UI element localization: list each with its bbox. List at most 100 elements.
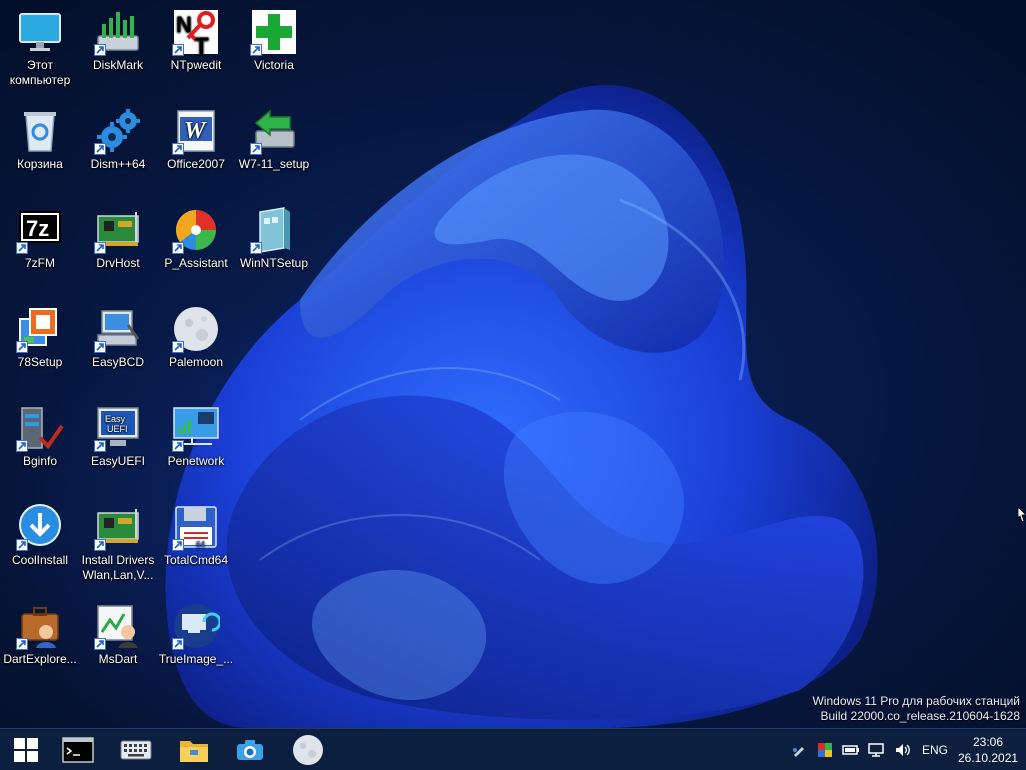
desktop-icon-label: MsDart: [98, 652, 138, 666]
desktop-icon-office2007[interactable]: W Office2007: [158, 107, 234, 172]
desktop-icon-label: Dism++64: [90, 157, 146, 171]
volume-icon[interactable]: [893, 740, 913, 760]
desktop-icon-install-drivers[interactable]: Install Drivers Wlan,Lan,V...: [80, 503, 156, 583]
desktop-icon-label: DiskMark: [93, 58, 143, 72]
desktop-icon-label: 78Setup: [17, 355, 63, 369]
desktop-icon-this-pc[interactable]: Этот компьютер: [2, 8, 78, 88]
start-button[interactable]: [6, 732, 46, 768]
desktop-icon-msdart[interactable]: MsDart: [80, 602, 156, 667]
shortcut-arrow-icon: [16, 440, 28, 452]
console-icon: [62, 737, 94, 763]
os-build-watermark: Windows 11 Pro для рабочих станций Build…: [812, 694, 1020, 724]
desktop-icon-coolinstall[interactable]: CoolInstall: [2, 503, 78, 568]
desktop-icon-victoria[interactable]: Victoria: [236, 8, 312, 73]
shortcut-arrow-icon: [250, 143, 262, 155]
watermark-edition: Windows 11 Pro для рабочих станций: [812, 694, 1020, 708]
taskbar: ENG 23:06 26.10.2021: [0, 728, 1026, 770]
desktop-icon-label: Penetwork: [167, 454, 225, 468]
shortcut-arrow-icon: [172, 341, 184, 353]
folder-icon: [180, 741, 208, 762]
shortcut-arrow-icon: [250, 44, 262, 56]
shortcut-arrow-icon: [94, 44, 106, 56]
desktop-icon-dism[interactable]: Dism++64: [80, 107, 156, 172]
explorer-button[interactable]: [174, 732, 214, 768]
camera-icon: [237, 740, 263, 760]
desktop-icon-trueimage[interactable]: TrueImage_...: [158, 602, 234, 667]
desktop-icon-78setup[interactable]: 78Setup: [2, 305, 78, 370]
shortcut-arrow-icon: [16, 341, 28, 353]
shortcut-arrow-icon: [94, 539, 106, 551]
battery-icon[interactable]: [841, 740, 861, 760]
monitor-icon: [19, 13, 61, 51]
svg-text:T: T: [194, 33, 209, 56]
system-tray: ENG 23:06 26.10.2021: [786, 729, 1026, 770]
pen-icon[interactable]: [789, 740, 809, 760]
desktop-icon-label: EasyUEFI: [90, 454, 145, 468]
shortcut-arrow-icon: [172, 539, 184, 551]
desktop-icon-label: WinNTSetup: [239, 256, 309, 270]
desktop-icon-label: Этот компьютер: [9, 58, 71, 87]
color-icon[interactable]: [815, 740, 835, 760]
desktop-icon-bginfo[interactable]: Bginfo: [2, 404, 78, 469]
desktop-icon-label: P_Assistant: [164, 256, 228, 270]
svg-text:64: 64: [196, 540, 205, 549]
desktop-icon-label: 7zFM: [25, 256, 55, 270]
camera-button[interactable]: [230, 732, 270, 768]
desktop-icon-totalcmd64[interactable]: 64 TotalCmd64: [158, 503, 234, 568]
windows-logo-icon: [14, 738, 38, 762]
shortcut-arrow-icon: [172, 638, 184, 650]
clock-time: 23:06: [972, 734, 1004, 749]
shortcut-arrow-icon: [94, 341, 106, 353]
moon-icon: [293, 735, 323, 765]
clock-date: 26.10.2021: [958, 750, 1019, 765]
desktop-icon-p-assistant[interactable]: P_Assistant: [158, 206, 234, 271]
desktop-icon-label: DartExplore...: [3, 652, 77, 666]
shortcut-arrow-icon: [172, 44, 184, 56]
svg-text:N: N: [176, 12, 192, 37]
desktop-icon-easyuefi[interactable]: Easy UEFI EasyUEFI: [80, 404, 156, 469]
desktop-icon-drvhost[interactable]: DrvHost: [80, 206, 156, 271]
desktop-icon-label: Palemoon: [168, 355, 224, 369]
network-icon[interactable]: [867, 740, 887, 760]
keyboard-icon: [120, 740, 152, 760]
shortcut-arrow-icon: [172, 242, 184, 254]
desktop-icon-label: TotalCmd64: [163, 553, 229, 567]
desktop-icon-label: Install Drivers Wlan,Lan,V...: [81, 553, 155, 582]
desktop-icon-dartexplorer[interactable]: DartExplore...: [2, 602, 78, 667]
recycle-bin-icon: [24, 112, 56, 152]
desktop-icon-label: TrueImage_...: [158, 652, 234, 666]
shortcut-arrow-icon: [16, 638, 28, 650]
desktop-icon-label: W7-11_setup: [238, 157, 310, 171]
desktop-icon-easybcd[interactable]: EasyBCD: [80, 305, 156, 370]
svg-text:UEFI: UEFI: [107, 424, 128, 434]
desktop-icon-palemoon[interactable]: Palemoon: [158, 305, 234, 370]
desktop-icon-ntpwedit[interactable]: NT NTpwedit: [158, 8, 234, 73]
desktop-icon-label: Victoria: [254, 58, 294, 72]
desktop-icon-diskmark[interactable]: DiskMark: [80, 8, 156, 73]
shortcut-arrow-icon: [94, 143, 106, 155]
svg-text:7z: 7z: [26, 216, 49, 241]
desktop-icon-w7-11-setup[interactable]: W7-11_setup: [236, 107, 312, 172]
cmd-button[interactable]: [58, 732, 98, 768]
shortcut-arrow-icon: [172, 440, 184, 452]
clock[interactable]: 23:06 26.10.2021: [958, 734, 1018, 766]
keyboard-button[interactable]: [116, 732, 156, 768]
desktop-icon-label: EasyBCD: [91, 355, 144, 369]
desktop-icon-label: Office2007: [167, 157, 225, 171]
desktop[interactable]: Этот компьютер Корзина 7z 7zFM 78Setup B…: [0, 0, 1026, 728]
svg-text:W: W: [184, 118, 207, 144]
shortcut-arrow-icon: [250, 242, 262, 254]
palemoon-button[interactable]: [288, 732, 328, 768]
svg-text:Easy: Easy: [105, 414, 126, 424]
shortcut-arrow-icon: [16, 242, 28, 254]
desktop-icon-label: NTpwedit: [170, 58, 222, 72]
mouse-cursor-icon: [1018, 507, 1026, 523]
desktop-icon-winntsetup[interactable]: WinNTSetup: [236, 206, 312, 271]
desktop-icon-7zfm[interactable]: 7z 7zFM: [2, 206, 78, 271]
shortcut-arrow-icon: [94, 440, 106, 452]
desktop-icon-penetwork[interactable]: Penetwork: [158, 404, 234, 469]
input-language-indicator[interactable]: ENG: [922, 743, 948, 757]
desktop-icon-recycle-bin[interactable]: Корзина: [2, 107, 78, 172]
shortcut-arrow-icon: [94, 638, 106, 650]
shortcut-arrow-icon: [172, 143, 184, 155]
